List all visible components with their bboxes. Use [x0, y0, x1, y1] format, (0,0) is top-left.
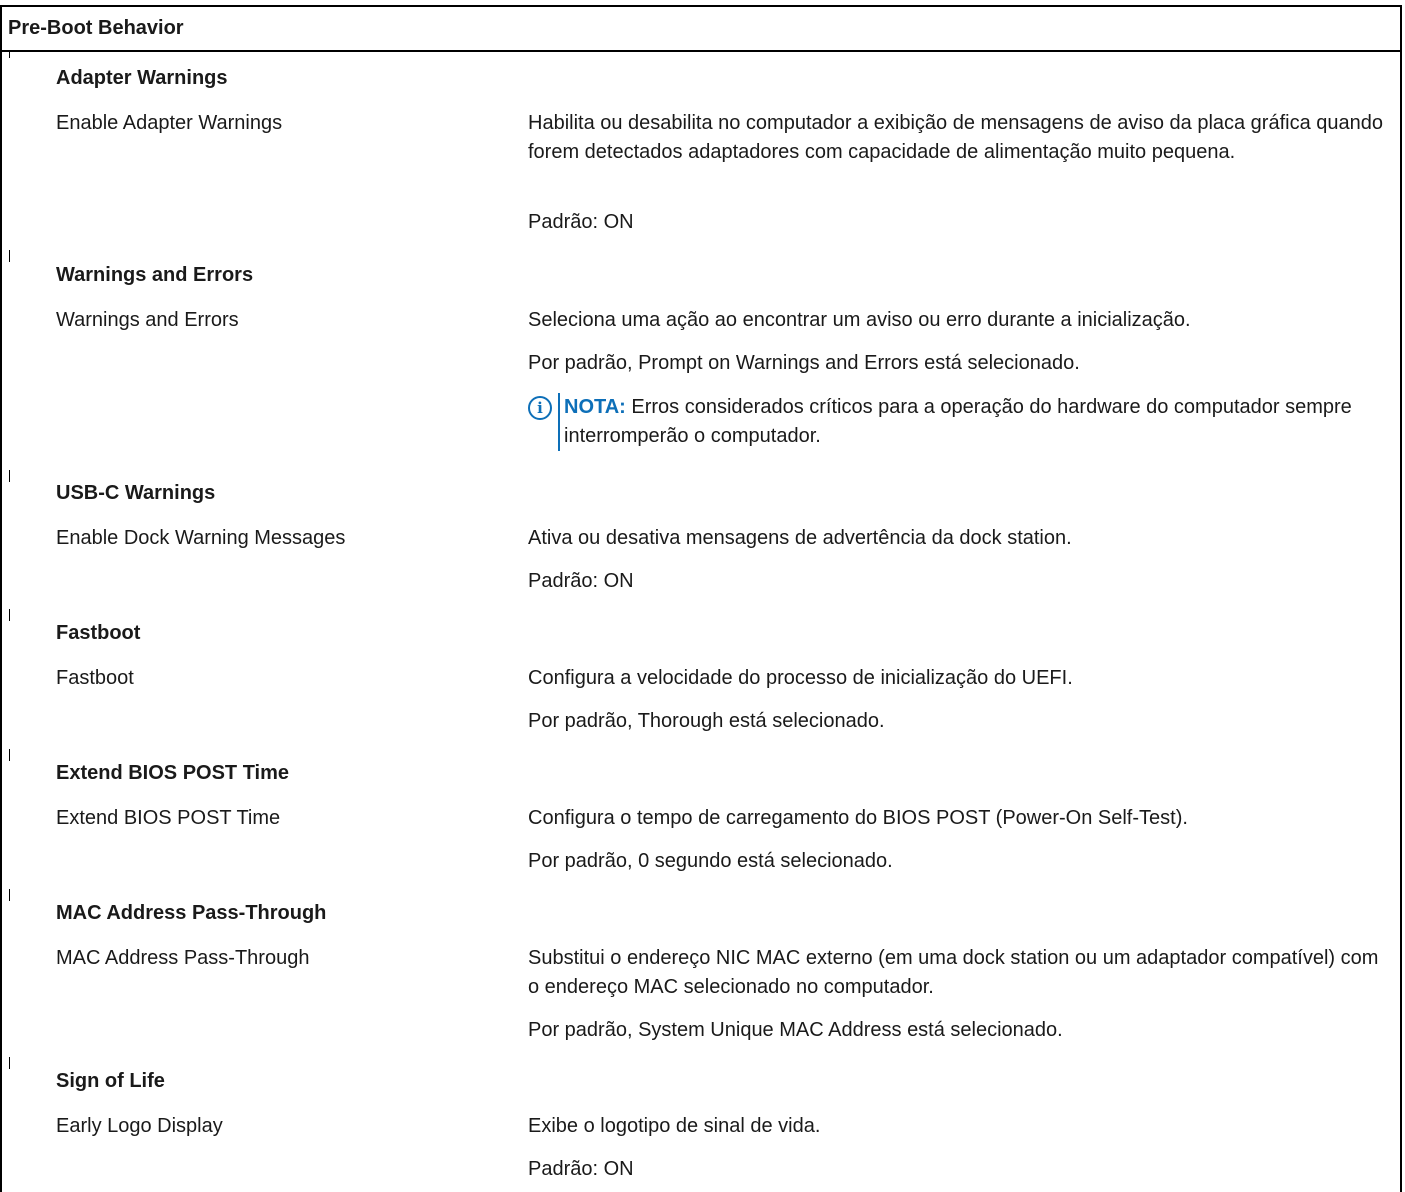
setting-name-enable-dock-warning-messages: Enable Dock Warning Messages	[56, 527, 346, 549]
group-title-usb-c-warnings: USB-C Warnings	[56, 482, 216, 504]
setting-name-warnings-and-errors: Warnings and Errors	[56, 309, 239, 331]
setting-name-enable-adapter-warnings: Enable Adapter Warnings	[56, 112, 283, 134]
row-divider	[9, 250, 10, 262]
note-label: NOTA:	[564, 396, 626, 418]
row-divider	[9, 1057, 10, 1069]
info-icon: i	[528, 396, 552, 420]
group-title-warnings-and-errors: Warnings and Errors	[56, 264, 254, 286]
table-header: Pre-Boot Behavior	[2, 7, 1400, 50]
setting-default: Padrão: ON	[528, 1158, 634, 1180]
row-divider	[9, 609, 10, 621]
row-divider	[9, 470, 10, 482]
note-callout: i NOTA: Erros considerados críticos para…	[528, 393, 1388, 451]
section-title: Pre-Boot Behavior	[8, 17, 184, 39]
setting-name-extend-bios-post-time: Extend BIOS POST Time	[56, 807, 281, 829]
setting-default: Por padrão, Thorough está selecionado.	[528, 710, 885, 732]
setting-name-mac-address-pass-through: MAC Address Pass-Through	[56, 947, 310, 969]
setting-description: Ativa ou desativa mensagens de advertênc…	[528, 527, 1072, 549]
setting-default: Por padrão, System Unique MAC Address es…	[528, 1019, 1063, 1041]
setting-default: Por padrão, 0 segundo está selecionado.	[528, 850, 893, 872]
table-left-border	[0, 5, 2, 1192]
group-title-mac-address-pass-through: MAC Address Pass-Through	[56, 902, 327, 924]
row-divider	[9, 749, 10, 761]
setting-default: Por padrão, Prompt on Warnings and Error…	[528, 352, 1080, 374]
setting-description: Habilita ou desabilita no computador a e…	[528, 112, 1384, 163]
setting-description: Configura a velocidade do processo de in…	[528, 667, 1073, 689]
setting-description: Exibe o logotipo de sinal de vida.	[528, 1115, 821, 1137]
header-divider	[0, 50, 1402, 52]
note-text: Erros considerados críticos para a opera…	[564, 396, 1352, 447]
settings-table: Pre-Boot Behavior Adapter Warnings Enabl…	[0, 0, 1405, 1192]
group-title-fastboot: Fastboot	[56, 622, 141, 644]
row-divider	[9, 52, 10, 58]
setting-description: Substitui o endereço NIC MAC externo (em…	[528, 947, 1379, 998]
setting-description: Configura o tempo de carregamento do BIO…	[528, 807, 1188, 829]
setting-default: Padrão: ON	[528, 570, 634, 592]
group-title-extend-bios-post-time: Extend BIOS POST Time	[56, 762, 290, 784]
setting-name-early-logo-display: Early Logo Display	[56, 1115, 223, 1137]
setting-default: Padrão: ON	[528, 211, 634, 233]
row-divider	[9, 889, 10, 901]
setting-name-fastboot: Fastboot	[56, 667, 134, 689]
group-title-sign-of-life: Sign of Life	[56, 1070, 165, 1092]
note-body: NOTA: Erros considerados críticos para a…	[558, 393, 1388, 451]
setting-description: Seleciona uma ação ao encontrar um aviso…	[528, 309, 1191, 331]
group-title-adapter-warnings: Adapter Warnings	[56, 67, 228, 89]
table-right-border	[1400, 5, 1402, 1192]
